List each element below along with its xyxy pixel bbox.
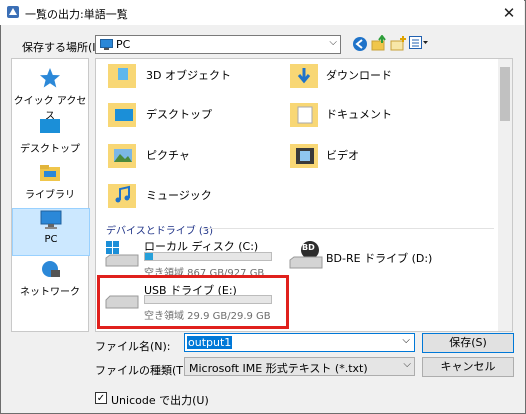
sidebar-item-label: デスクトップ [20, 144, 80, 155]
folder-desktop[interactable]: デスクトップ [106, 99, 276, 129]
folder-label: ビデオ [326, 149, 359, 162]
folder-music[interactable]: ミュージック [106, 180, 276, 210]
unicode-label[interactable]: Unicode で出力(U) [111, 392, 209, 408]
3d-objects-folder-icon [108, 64, 136, 88]
folder-label: ダウンロード [326, 69, 392, 82]
chevron-down-icon: ⌵ [329, 37, 337, 48]
filename-input[interactable]: output1 ⌵ [184, 333, 415, 352]
sidebar-item-label: ネットワーク [20, 287, 80, 298]
filetype-value: Microsoft IME 形式テキスト (*.txt) [189, 362, 368, 375]
folder-label: 3D オブジェクト [146, 69, 231, 82]
sidebar-item-quick-access[interactable]: クイック アクセス [12, 67, 88, 122]
view-menu-icon[interactable] [409, 36, 429, 51]
location-value: PC [116, 38, 131, 51]
drive-usage-fill [145, 253, 154, 260]
places-sidebar: クイック アクセス デスクトップ ライブラリ PC ネットワーク [11, 58, 90, 332]
sidebar-item-label: PC [44, 234, 58, 245]
drive-c[interactable]: ローカル ディスク (C:) 空き領域 867 GB/927 GB [100, 236, 280, 279]
pictures-folder-icon [108, 144, 136, 168]
sidebar-item-pc[interactable]: PC [12, 208, 90, 256]
folder-3d-objects[interactable]: 3D オブジェクト [106, 60, 276, 90]
filetype-select[interactable]: Microsoft IME 形式テキスト (*.txt) ⌵ [184, 357, 415, 376]
desktop-icon [40, 119, 60, 133]
library-icon [40, 165, 60, 181]
desktop-folder-icon [108, 103, 136, 127]
save-button[interactable]: 保存(S) [422, 333, 514, 353]
cancel-button[interactable]: キャンセル [422, 357, 514, 377]
folder-label: ミュージック [146, 189, 212, 202]
location-combo[interactable]: PC ⌵ [95, 35, 341, 54]
folder-pictures[interactable]: ピクチャ [106, 140, 276, 170]
folder-label: デスクトップ [146, 108, 212, 121]
sidebar-item-libraries[interactable]: ライブラリ [12, 163, 88, 205]
window-title: 一覧の出力:単語一覧 [25, 8, 128, 21]
downloads-folder-icon [290, 64, 318, 88]
location-label: 保存する場所(I): [22, 41, 104, 54]
folder-downloads[interactable]: ダウンロード [288, 60, 488, 90]
section-divider [202, 228, 494, 229]
local-disk-icon [105, 241, 139, 267]
drive-label: BD-RE ドライブ (D:) [326, 252, 433, 265]
pc-icon [40, 210, 62, 229]
filename-value: output1 [187, 336, 233, 349]
devices-section-header[interactable]: デバイスとドライブ (3) [106, 222, 213, 237]
filetype-label: ファイルの種類(T): [95, 364, 192, 377]
pc-small-icon [100, 39, 113, 50]
bd-badge: BD [302, 243, 315, 252]
sidebar-item-network[interactable]: ネットワーク [12, 260, 88, 302]
drive-d[interactable]: BD BD-RE ドライブ (D:) [288, 236, 488, 276]
app-icon [7, 6, 19, 18]
videos-folder-icon [290, 144, 318, 168]
folder-label: ピクチャ [146, 149, 190, 162]
new-folder-icon[interactable] [390, 35, 407, 52]
close-icon[interactable]: ✕ [497, 3, 521, 23]
sidebar-item-label: ライブラリ [25, 190, 75, 201]
folder-documents[interactable]: ドキュメント [288, 99, 488, 129]
star-icon [40, 68, 60, 88]
up-folder-icon[interactable] [371, 35, 388, 52]
documents-folder-icon [290, 103, 318, 127]
unicode-checkbox[interactable]: ✓ [95, 392, 107, 404]
scrollbar-thumb[interactable] [500, 67, 510, 121]
highlight-box [97, 275, 289, 329]
chevron-down-icon: ⌵ [403, 359, 411, 370]
music-folder-icon [108, 184, 136, 208]
chevron-down-icon[interactable]: ⌵ [402, 335, 410, 346]
back-icon[interactable] [352, 36, 368, 52]
drive-usage-bar [144, 252, 272, 261]
folder-videos[interactable]: ビデオ [288, 140, 488, 170]
sidebar-item-desktop[interactable]: デスクトップ [12, 117, 88, 159]
folder-label: ドキュメント [326, 108, 392, 121]
filename-label: ファイル名(N): [95, 340, 171, 353]
network-icon [42, 261, 60, 277]
